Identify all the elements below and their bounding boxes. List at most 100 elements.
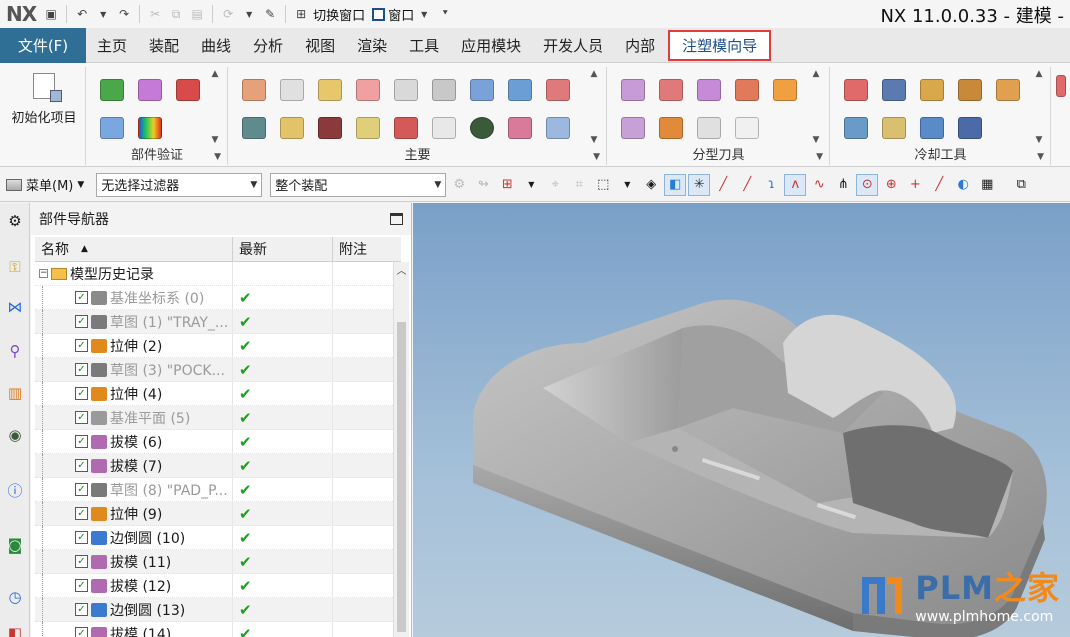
tree-item-row[interactable]: ✓ 边倒圆 (10) ✔: [35, 525, 401, 550]
visibility-checkbox[interactable]: ✓: [75, 483, 88, 496]
check-regions-icon[interactable]: [131, 71, 169, 109]
visibility-checkbox[interactable]: ✓: [75, 531, 88, 544]
group-dropdown-icon[interactable]: ▼: [816, 152, 823, 162]
center-point-icon[interactable]: ⊙: [856, 173, 879, 196]
rectangle-select-icon[interactable]: ⬚: [592, 174, 614, 196]
visibility-checkbox[interactable]: ✓: [75, 363, 88, 376]
repeat-dropdown-icon[interactable]: ▼: [240, 5, 258, 23]
scroll-up-icon[interactable]: ▲: [591, 69, 598, 79]
select-feature-icon[interactable]: ✳: [688, 173, 711, 196]
region-analysis-icon[interactable]: [614, 71, 652, 109]
switch-window-button[interactable]: 切换窗口: [313, 5, 365, 24]
group-dropdown-icon[interactable]: ▼: [593, 152, 600, 162]
ejector-pin-icon[interactable]: [463, 71, 501, 109]
workpiece-icon[interactable]: [311, 71, 349, 109]
tree-item-row[interactable]: ✓ 拔模 (11) ✔: [35, 549, 401, 574]
visibility-checkbox[interactable]: ✓: [75, 291, 88, 304]
curve-patch-icon[interactable]: [652, 71, 690, 109]
define-regions-icon[interactable]: [728, 71, 766, 109]
tree-item-row[interactable]: ✓ 基准平面 (5) ✔: [35, 405, 401, 430]
tree-item-row[interactable]: ✓ 草图 (8) "PAD_P... ✔: [35, 477, 401, 502]
undo-icon[interactable]: ↶: [73, 5, 91, 23]
cooling-balance-icon[interactable]: [501, 109, 539, 147]
existing-point-icon[interactable]: +: [904, 174, 926, 196]
selection-scope-select[interactable]: 整个装配 ▼: [270, 172, 447, 197]
general-selection-icon[interactable]: ⚙: [448, 174, 470, 196]
tree-item-row[interactable]: ✓ 拔模 (6) ✔: [35, 429, 401, 454]
point-on-surface-icon[interactable]: ◐: [952, 174, 974, 196]
scroll-up-icon[interactable]: ▲: [1036, 69, 1043, 79]
tab-analysis[interactable]: 分析: [242, 28, 294, 63]
end-point-icon[interactable]: ╱: [712, 174, 734, 196]
group-dropdown-icon[interactable]: ▼: [1037, 152, 1044, 162]
tree-item-row[interactable]: ✓ 草图 (3) "POCK... ✔: [35, 357, 401, 382]
visibility-checkbox[interactable]: ✓: [75, 411, 88, 424]
tree-item-row[interactable]: ✓ 拔模 (12) ✔: [35, 573, 401, 598]
assembly-navigator-icon[interactable]: ⚿: [3, 255, 27, 279]
visualization-icon[interactable]: ◉: [3, 423, 27, 447]
tab-home[interactable]: 主页: [86, 28, 138, 63]
swap-model-icon[interactable]: [652, 109, 690, 147]
sub-insert-icon[interactable]: [349, 109, 387, 147]
point-in-mesh-icon[interactable]: ▦: [976, 174, 998, 196]
undo-dropdown-icon[interactable]: ▼: [94, 5, 112, 23]
tab-curve[interactable]: 曲线: [190, 28, 242, 63]
tab-assembly[interactable]: 装配: [138, 28, 190, 63]
system-materials-icon[interactable]: ◧: [3, 621, 27, 637]
tree-item-row[interactable]: ✓ 拉伸 (9) ✔: [35, 501, 401, 526]
customize-quick-access-icon[interactable]: ⯆: [436, 5, 454, 23]
point-on-curve-icon[interactable]: ╱: [928, 174, 950, 196]
cooling-baffle-icon[interactable]: [951, 109, 989, 147]
column-name[interactable]: 名称 ▲: [35, 237, 233, 261]
repeat-command-icon[interactable]: ⟳: [219, 5, 237, 23]
mold-csys-icon[interactable]: [273, 71, 311, 109]
tree-root-row[interactable]: − 模型历史记录: [35, 262, 401, 286]
design-parting-surface-icon[interactable]: [766, 71, 804, 109]
selection-intent-icon[interactable]: ↬: [472, 174, 494, 196]
cooling-circuit-icon[interactable]: [913, 109, 951, 147]
cooling-connect-icon[interactable]: [913, 71, 951, 109]
constraint-navigator-icon[interactable]: ⋈: [3, 295, 27, 319]
pocket-icon[interactable]: [387, 109, 425, 147]
arc-center-icon[interactable]: ∿: [808, 174, 830, 196]
electrode-icon[interactable]: [311, 109, 349, 147]
chevron-down-icon[interactable]: ▼: [616, 174, 638, 196]
view-tool-icon[interactable]: ⧉: [1010, 174, 1032, 196]
cooling-channel-icon[interactable]: [875, 71, 913, 109]
select-filter-icon[interactable]: ⊞: [496, 174, 518, 196]
define-cavity-core-icon[interactable]: [614, 109, 652, 147]
column-uptodate[interactable]: 最新: [233, 237, 333, 261]
snap-point-icon[interactable]: ⌖: [544, 174, 566, 196]
cooling-adjust-icon[interactable]: [989, 71, 1027, 109]
cooling-pattern-icon[interactable]: [837, 71, 875, 109]
view-manager-icon[interactable]: [463, 109, 501, 147]
cavity-layout-icon[interactable]: [349, 71, 387, 109]
ribbon-overflow-icon[interactable]: [1052, 67, 1070, 105]
gate-library-icon[interactable]: [235, 109, 273, 147]
chevron-down-icon[interactable]: ▼: [520, 174, 542, 196]
visibility-checkbox[interactable]: ✓: [75, 387, 88, 400]
visibility-checkbox[interactable]: ✓: [75, 435, 88, 448]
column-comment[interactable]: 附注: [333, 237, 401, 261]
tree-item-row[interactable]: ✓ 拉伸 (2) ✔: [35, 333, 401, 358]
history-icon[interactable]: ◷: [3, 585, 27, 609]
cut-icon[interactable]: ✂: [146, 5, 164, 23]
shrinkage-icon[interactable]: [93, 109, 131, 147]
slider-lifter-icon[interactable]: [501, 71, 539, 109]
type-filter-select[interactable]: 无选择过滤器 ▼: [96, 172, 263, 197]
tab-render[interactable]: 渲染: [346, 28, 398, 63]
visibility-checkbox[interactable]: ✓: [75, 579, 88, 592]
tree-item-row[interactable]: ✓ 草图 (1) "TRAY_... ✔: [35, 309, 401, 334]
cooling-fitting-icon[interactable]: [837, 109, 875, 147]
visibility-checkbox[interactable]: ✓: [75, 555, 88, 568]
tab-file[interactable]: 文件(F): [0, 27, 86, 63]
visibility-checkbox[interactable]: ✓: [75, 603, 88, 616]
parting-navigator-icon[interactable]: [728, 109, 766, 147]
scroll-up-icon[interactable]: ▲: [813, 69, 820, 79]
visibility-checkbox[interactable]: ✓: [75, 627, 88, 637]
process-studio-icon[interactable]: ◙: [3, 533, 27, 557]
tab-internal[interactable]: 内部: [614, 28, 666, 63]
select-body-icon[interactable]: ◧: [664, 173, 687, 196]
tab-application[interactable]: 应用模块: [450, 28, 532, 63]
copy-icon[interactable]: ⧉: [167, 5, 185, 23]
